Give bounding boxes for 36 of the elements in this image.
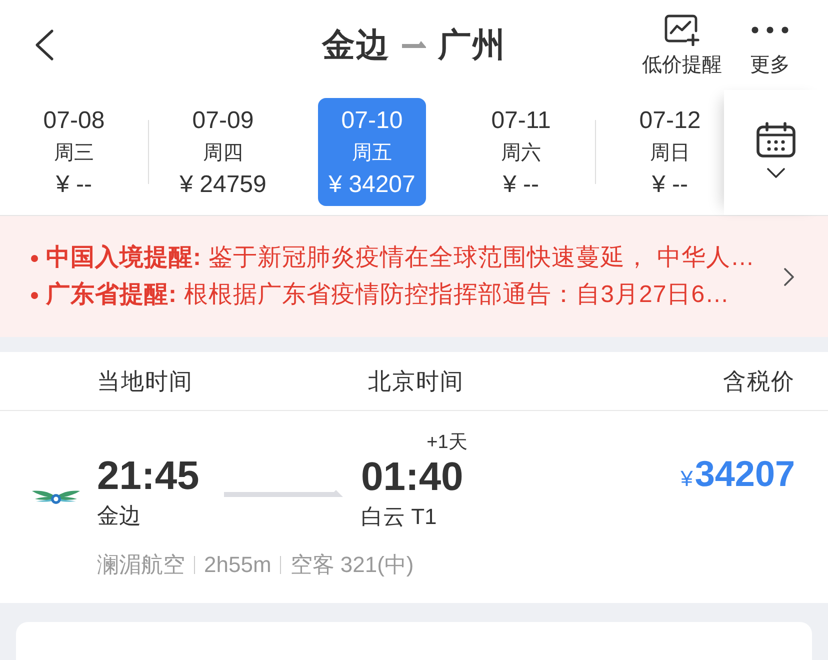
flight-duration: 2h55m xyxy=(204,551,272,579)
bullet-dot-icon xyxy=(31,254,38,262)
date-tab[interactable]: 07-10 周五 ¥ 34207 xyxy=(318,98,426,206)
calendar-icon xyxy=(756,122,796,158)
day-offset-label: +1天 xyxy=(426,431,468,455)
flight-row[interactable]: 21:45 金边 +1天 01:40 白云 T1 ¥34207 澜湄航空 2h55m 空客 321(中) xyxy=(0,411,828,603)
date-tab[interactable]: 07-12 周日 ¥ -- xyxy=(616,98,724,206)
chart-plus-icon xyxy=(664,14,700,46)
date-tab[interactable]: 07-09 周四 ¥ 24759 xyxy=(169,98,277,206)
aircraft-type: 空客 321(中) xyxy=(290,551,414,579)
more-button[interactable]: 更多 xyxy=(750,13,790,77)
notice-banner[interactable]: 中国入境提醒: 鉴于新冠肺炎疫情在全球范围快速蔓延， 中华人… 广东省提醒: 根根据广东省疫情防控指挥部通告：自3月27日6… xyxy=(0,216,828,337)
calendar-button[interactable] xyxy=(756,122,796,178)
notice-text: 广东省提醒: 根根据广东省疫情防控指挥部通告：自3月27日6… xyxy=(46,280,730,310)
column-header: 当地时间 xyxy=(97,366,194,396)
chevron-down-icon xyxy=(767,168,785,178)
date-tab[interactable]: 07-08 周三 ¥ -- xyxy=(20,98,128,206)
back-icon xyxy=(34,29,54,61)
airline-name: 澜湄航空 xyxy=(97,551,185,579)
departure-time: 21:45 xyxy=(97,454,200,498)
arrival-airport: 白云 T1 xyxy=(361,503,437,531)
notice-text: 中国入境提醒: 鉴于新冠肺炎疫情在全球范围快速蔓延， 中华人… xyxy=(46,243,755,273)
departure-airport: 金边 xyxy=(97,502,141,530)
bullet-dot-icon xyxy=(31,292,38,298)
column-header: 北京时间 xyxy=(368,366,465,396)
date-tab[interactable]: 07-11 周六 ¥ -- xyxy=(467,98,575,206)
more-icon xyxy=(751,26,789,34)
origin-city: 金边 xyxy=(322,24,390,64)
arrow-icon xyxy=(402,41,426,49)
column-header: 含税价 xyxy=(723,366,795,396)
flight-arrow-icon xyxy=(224,490,343,497)
arrival-time: 01:40 xyxy=(361,455,464,499)
fare-price: ¥34207 xyxy=(680,452,795,496)
price-alert-button[interactable]: 低价提醒 xyxy=(642,13,722,77)
destination-city: 广州 xyxy=(438,24,506,64)
chevron-right-icon xyxy=(784,268,794,286)
